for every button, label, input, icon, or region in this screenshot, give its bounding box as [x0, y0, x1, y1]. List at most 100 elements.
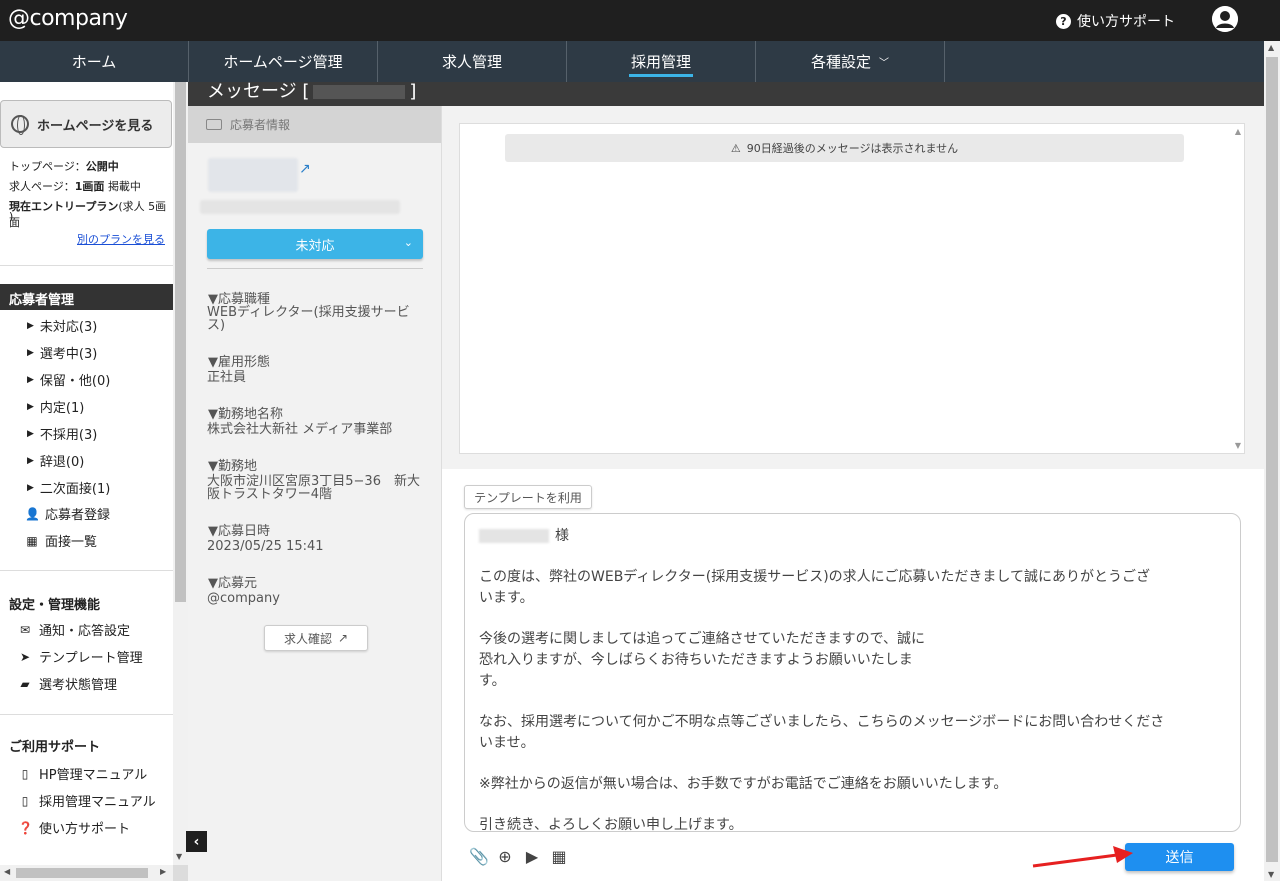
divider	[0, 265, 173, 266]
sidebar-item-screening[interactable]: ▶ 選考中(3)	[27, 343, 97, 362]
support-link[interactable]: ? 使い方サポート	[1056, 11, 1175, 31]
sidebar-item-second-interview[interactable]: ▶ 二次面接(1)	[27, 478, 110, 497]
nav-job-manage-label: 求人管理	[441, 53, 502, 71]
field-value-workplace: 大阪市淀川区宮原3丁目5−36 新大阪トラストタワー4階	[207, 474, 420, 502]
scrollbar-thumb[interactable]	[175, 82, 186, 602]
field-value-job-type: WEBディレクター(採用支援サービス)	[207, 305, 410, 333]
view-homepage-button[interactable]: ホームページを見る	[0, 100, 172, 148]
external-link-icon: ↗	[337, 631, 349, 645]
sidebar-item-hold[interactable]: ▶ 保留・他(0)	[27, 370, 110, 389]
main-nav: ホーム ホームページ管理 求人管理 採用管理 各種設定 ﹀	[0, 41, 1264, 82]
external-link-icon[interactable]: ↗	[299, 161, 311, 177]
nav-home-label: ホーム	[71, 53, 117, 71]
scrollbar-corner	[173, 865, 188, 881]
scroll-down-icon[interactable]: ▼	[176, 852, 182, 861]
company-logo[interactable]: @company	[8, 6, 128, 31]
attach-plus-icon[interactable]: ⊕	[496, 847, 514, 866]
page-title-suffix: ]	[409, 81, 417, 102]
message-textarea[interactable]: 様 この度は、弊社のWEBディレクター(採用支援サービス)の求人にご応募いただき…	[464, 513, 1241, 833]
redacted-recipient	[479, 529, 549, 543]
scrollbar-thumb[interactable]	[1266, 57, 1278, 862]
scroll-up-icon[interactable]: ▲	[1268, 43, 1274, 52]
triangle-right-icon: ▶	[27, 347, 34, 358]
sidebar-item-label: 使い方サポート	[39, 822, 131, 837]
nav-recruit-manage[interactable]: 採用管理	[567, 41, 756, 82]
message-paragraph: 引き続き、よろしくお願い申し上げます。	[479, 817, 743, 833]
applicant-info-panel: 応募者情報 ↗ 未対応 ⌄ ▼応募職種 WEBディレクター(採用支援サービス) ▼…	[188, 106, 441, 881]
sidebar-horizontal-scrollbar[interactable]: ◀ ▶	[0, 865, 173, 881]
triangle-right-icon: ▶	[27, 374, 34, 385]
triangle-right-icon: ▶	[27, 428, 34, 439]
job-page-status-value: 掲載中	[107, 180, 141, 193]
nav-home[interactable]: ホーム	[0, 41, 189, 82]
user-icon	[1212, 6, 1238, 32]
message-panel: ⚠ 90日経過後のメッセージは表示されません ▲ ▼ テンプレートを利用 様 この…	[441, 106, 1265, 881]
paperclip-icon[interactable]: 📎	[469, 847, 489, 866]
calendar-icon[interactable]: ▦	[550, 847, 568, 866]
page-title: メッセージ []	[188, 82, 1264, 106]
sidebar-item-label: 内定(1)	[39, 401, 85, 416]
sidebar-item-declined[interactable]: ▶ 辞退(0)	[27, 451, 84, 470]
sidebar-item-unhandled[interactable]: ▶ 未対応(3)	[27, 316, 97, 335]
pdf-icon: ▯	[21, 793, 29, 808]
redacted-name	[313, 85, 406, 99]
status-select[interactable]: 未対応 ⌄	[207, 229, 423, 259]
send-button[interactable]: 送信	[1125, 843, 1234, 871]
scrollbar-thumb[interactable]	[16, 868, 148, 878]
sidebar-item-label: 保留・他(0)	[39, 374, 111, 389]
sidebar-item-label: 不採用(3)	[39, 428, 98, 443]
nav-recruit-manage-label: 採用管理	[630, 53, 691, 71]
sidebar-scrollbar[interactable]: ▼	[173, 82, 188, 865]
job-confirm-button[interactable]: 求人確認 ↗	[264, 625, 368, 651]
nav-homepage-manage[interactable]: ホームページ管理	[189, 41, 378, 82]
field-label-source: ▼応募元	[208, 576, 257, 591]
sidebar-item-label: 選考中(3)	[39, 347, 98, 362]
scroll-up-icon[interactable]: ▲	[1235, 127, 1241, 136]
envelope-icon: ✉	[19, 622, 31, 637]
folder-open-icon: ▰	[20, 676, 30, 691]
sidebar-item-rejected[interactable]: ▶ 不採用(3)	[27, 424, 97, 443]
annotation-arrow-icon	[1032, 846, 1133, 868]
message-paragraph: 今後の選考に関しましては追ってご連絡させていただきますので、誠に恐れ入りますが、…	[479, 631, 926, 689]
other-plan-link[interactable]: 別のプランを見る	[77, 231, 165, 247]
field-value-employment: 正社員	[207, 370, 247, 385]
sidebar-item-register-applicant[interactable]: 👤 応募者登録	[25, 504, 110, 524]
page-scrollbar[interactable]: ▲ ▼	[1264, 41, 1280, 881]
top-bar: @company ? 使い方サポート	[0, 0, 1280, 41]
sidebar-item-usage-support[interactable]: ❓ 使い方サポート	[18, 818, 131, 838]
divider	[0, 714, 173, 715]
plan-close: )	[9, 210, 14, 223]
video-icon[interactable]: ▶	[523, 847, 541, 866]
nav-job-manage[interactable]: 求人管理	[378, 41, 567, 82]
sidebar-item-label: 二次面接(1)	[39, 482, 111, 497]
nav-settings[interactable]: 各種設定 ﹀	[756, 41, 945, 82]
field-value-applied-at: 2023/05/25 15:41	[207, 539, 324, 554]
sidebar-item-recruit-manual[interactable]: ▯ 採用管理マニュアル	[18, 791, 156, 811]
divider	[207, 268, 423, 269]
settings-section-header: 設定・管理機能	[9, 598, 101, 613]
plan-label: 現在エントリープラン	[9, 200, 119, 213]
message-history[interactable]: ⚠ 90日経過後のメッセージは表示されません ▲ ▼	[459, 123, 1245, 454]
sidebar-item-interview-list[interactable]: ▦ 面接一覧	[25, 531, 98, 551]
sidebar-item-offer[interactable]: ▶ 内定(1)	[27, 397, 84, 416]
message-paragraph: この度は、弊社のWEBディレクター(採用支援サービス)の求人にご応募いただきまし…	[479, 569, 1150, 606]
use-template-button[interactable]: テンプレートを利用	[464, 485, 592, 509]
scroll-down-icon[interactable]: ▼	[1268, 870, 1274, 879]
top-page-label: トップページ：	[9, 160, 86, 173]
applicant-section-header: 応募者管理	[0, 284, 173, 310]
sidebar-item-notification[interactable]: ✉ 通知・応答設定	[18, 620, 130, 640]
scroll-right-icon[interactable]: ▶	[160, 867, 166, 876]
sidebar-item-status-manage[interactable]: ▰ 選考状態管理	[18, 674, 117, 694]
scroll-down-icon[interactable]: ▼	[1235, 441, 1241, 450]
retention-notice-text: 90日経過後のメッセージは表示されません	[746, 142, 959, 155]
collapse-sidebar-button[interactable]: ‹	[186, 831, 207, 852]
sidebar-item-template[interactable]: ➤ テンプレート管理	[18, 647, 143, 667]
sidebar-item-hp-manual[interactable]: ▯ HP管理マニュアル	[18, 764, 148, 784]
sidebar-item-label: 未対応(3)	[39, 320, 98, 335]
field-label-applied-at: ▼応募日時	[208, 524, 270, 539]
sidebar: ホームページを見る トップページ：公開中 求人ページ：1画面 掲載中 現在エント…	[0, 82, 173, 865]
scroll-left-icon[interactable]: ◀	[4, 867, 10, 876]
avatar[interactable]	[1212, 6, 1238, 32]
sidebar-item-label: 面接一覧	[45, 535, 98, 550]
view-homepage-label: ホームページを見る	[37, 118, 154, 134]
